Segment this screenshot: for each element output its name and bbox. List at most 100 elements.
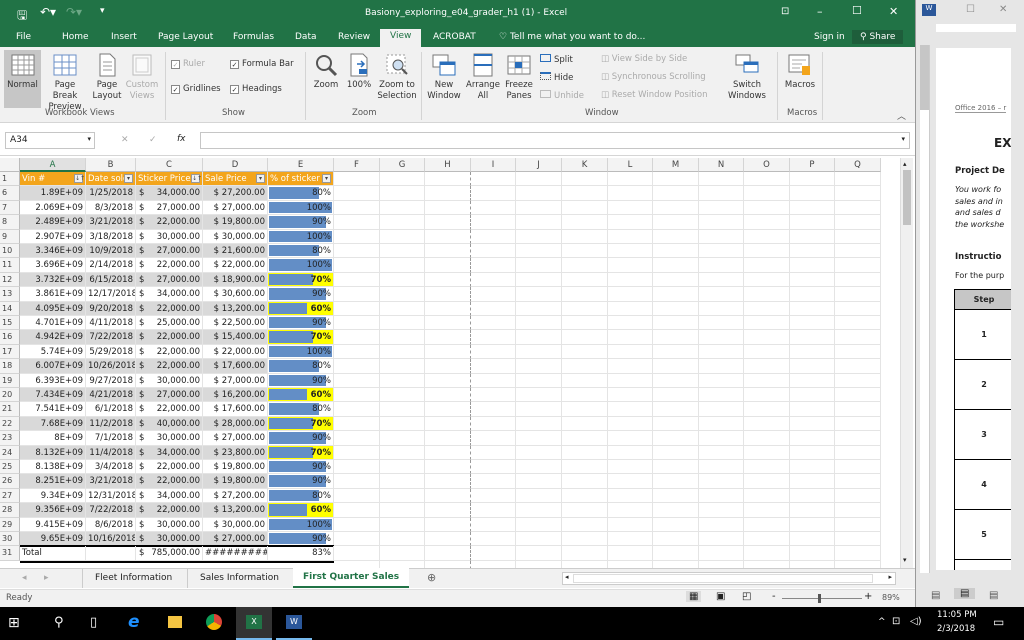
cell-date[interactable]: 7/1/2018 xyxy=(86,431,136,446)
cell-date[interactable]: 10/26/2018 xyxy=(86,359,136,374)
empty-cell[interactable] xyxy=(471,272,516,288)
cell-vin[interactable]: 4.095E+09 xyxy=(20,301,86,316)
empty-cell[interactable] xyxy=(562,532,608,547)
cell-sale[interactable]: $ 22,000.00 xyxy=(203,258,268,273)
cell-sticker[interactable]: 27,000.00 $ xyxy=(136,388,203,403)
empty-cell[interactable] xyxy=(334,560,380,568)
empty-cell[interactable] xyxy=(835,200,881,216)
clock-time[interactable]: 11:05 PM xyxy=(937,610,977,620)
cell-vin[interactable]: 6.393E+09 xyxy=(20,373,86,388)
empty-cell[interactable] xyxy=(516,532,562,547)
tab-page-layout[interactable]: Page Layout xyxy=(152,30,219,44)
cell-sticker[interactable]: 22,000.00 $ xyxy=(136,330,203,345)
empty-cell[interactable] xyxy=(516,359,562,374)
filter-dropdown-icon[interactable]: ↓↑ xyxy=(191,174,202,183)
empty-cell[interactable] xyxy=(699,301,744,316)
prev-sheet-icon[interactable]: ◂ xyxy=(22,573,27,583)
empty-cell[interactable] xyxy=(562,244,608,259)
empty-cell[interactable] xyxy=(790,388,835,403)
empty-cell[interactable] xyxy=(334,460,380,475)
cell-sale[interactable]: $ 22,000.00 xyxy=(203,344,268,360)
empty-cell[interactable] xyxy=(380,258,425,273)
cell-sale[interactable]: $ 30,000.00 xyxy=(203,517,268,532)
cell-sale[interactable]: $ 28,000.00 xyxy=(203,416,268,432)
empty-cell[interactable] xyxy=(425,373,471,388)
empty-cell[interactable] xyxy=(835,344,881,360)
row-header[interactable]: 1 xyxy=(0,172,20,187)
empty-cell[interactable] xyxy=(425,517,471,532)
empty-cell[interactable] xyxy=(471,316,516,331)
empty-cell[interactable] xyxy=(562,200,608,216)
empty-cell[interactable] xyxy=(334,546,380,561)
empty-cell[interactable] xyxy=(562,186,608,201)
tab-formulas[interactable]: Formulas xyxy=(227,30,280,44)
row-header[interactable]: 7 xyxy=(0,200,20,216)
cell-date[interactable]: 10/16/2018 xyxy=(86,532,136,547)
cell-pct[interactable]: 90% xyxy=(268,532,334,547)
cell-date[interactable]: 12/31/2018 xyxy=(86,488,136,504)
empty-cell[interactable] xyxy=(471,172,516,187)
empty-cell[interactable] xyxy=(744,316,790,331)
column-header-M[interactable]: M xyxy=(653,158,699,172)
row-header[interactable]: 9 xyxy=(0,229,20,244)
empty-cell[interactable] xyxy=(790,215,835,230)
empty-cell[interactable] xyxy=(425,546,471,561)
empty-cell[interactable] xyxy=(744,431,790,446)
column-header-L[interactable]: L xyxy=(608,158,653,172)
empty-cell[interactable] xyxy=(835,186,881,201)
row-header[interactable]: 30 xyxy=(0,532,20,547)
select-all-button[interactable] xyxy=(0,158,20,172)
empty-cell[interactable] xyxy=(699,474,744,489)
empty-cell[interactable] xyxy=(653,445,699,460)
empty-cell[interactable] xyxy=(562,172,608,187)
collapse-ribbon-icon[interactable]: ︿ xyxy=(897,109,906,122)
tab-review[interactable]: Review xyxy=(332,30,376,44)
empty-cell[interactable] xyxy=(835,359,881,374)
tell-me-search[interactable]: ♡ Tell me what you want to do... xyxy=(493,30,651,44)
empty-cell[interactable] xyxy=(699,172,744,187)
empty-cell[interactable] xyxy=(699,330,744,345)
empty-cell[interactable] xyxy=(471,258,516,273)
cell-sale[interactable]: $ 19,800.00 xyxy=(203,460,268,475)
next-sheet-icon[interactable]: ▸ xyxy=(44,573,49,583)
empty-cell[interactable] xyxy=(790,416,835,432)
row-header[interactable]: 11 xyxy=(0,258,20,273)
cell-pct[interactable]: 90% xyxy=(268,460,334,475)
empty-cell[interactable] xyxy=(790,359,835,374)
empty-cell[interactable] xyxy=(835,445,881,460)
cell-sticker[interactable]: 34,000.00 $ xyxy=(136,287,203,302)
empty-cell[interactable] xyxy=(380,460,425,475)
empty-cell[interactable] xyxy=(653,532,699,547)
empty-cell[interactable] xyxy=(562,258,608,273)
cell-sale[interactable]: $ 15,400.00 xyxy=(203,330,268,345)
cell-date[interactable]: 4/21/2018 xyxy=(86,388,136,403)
empty-cell[interactable] xyxy=(699,517,744,532)
customize-qat-icon[interactable]: ▾ xyxy=(100,6,105,16)
scroll-up-icon[interactable]: ▴ xyxy=(903,160,907,168)
empty-cell[interactable] xyxy=(334,186,380,201)
empty-cell[interactable] xyxy=(562,460,608,475)
column-header-C[interactable]: C xyxy=(136,158,203,172)
cell-vin[interactable]: 6.007E+09 xyxy=(20,359,86,374)
empty-cell[interactable] xyxy=(516,560,562,568)
empty-cell[interactable] xyxy=(835,373,881,388)
zoom-out-button[interactable]: - xyxy=(772,591,776,602)
column-header-O[interactable]: O xyxy=(744,158,790,172)
empty-cell[interactable] xyxy=(699,272,744,288)
empty-cell[interactable] xyxy=(653,503,699,518)
filter-dropdown-icon[interactable]: ↓↑ xyxy=(74,174,85,183)
cell-vin[interactable]: 1.89E+09 xyxy=(20,186,86,201)
row-header[interactable]: 6 xyxy=(0,186,20,201)
empty-cell[interactable] xyxy=(562,560,608,568)
cell-pct[interactable]: 90% xyxy=(268,431,334,446)
cell-sticker[interactable]: 22,000.00 $ xyxy=(136,474,203,489)
filter-dropdown-icon[interactable]: ▾ xyxy=(124,174,133,183)
column-header-K[interactable]: K xyxy=(562,158,608,172)
cell-sale[interactable]: $ 22,500.00 xyxy=(203,316,268,331)
empty-cell[interactable] xyxy=(653,359,699,374)
filter-dropdown-icon[interactable]: ▾ xyxy=(322,174,331,183)
row-header[interactable]: 21 xyxy=(0,402,20,417)
empty-cell[interactable] xyxy=(699,344,744,360)
empty-cell[interactable] xyxy=(744,460,790,475)
empty-cell[interactable] xyxy=(471,532,516,547)
